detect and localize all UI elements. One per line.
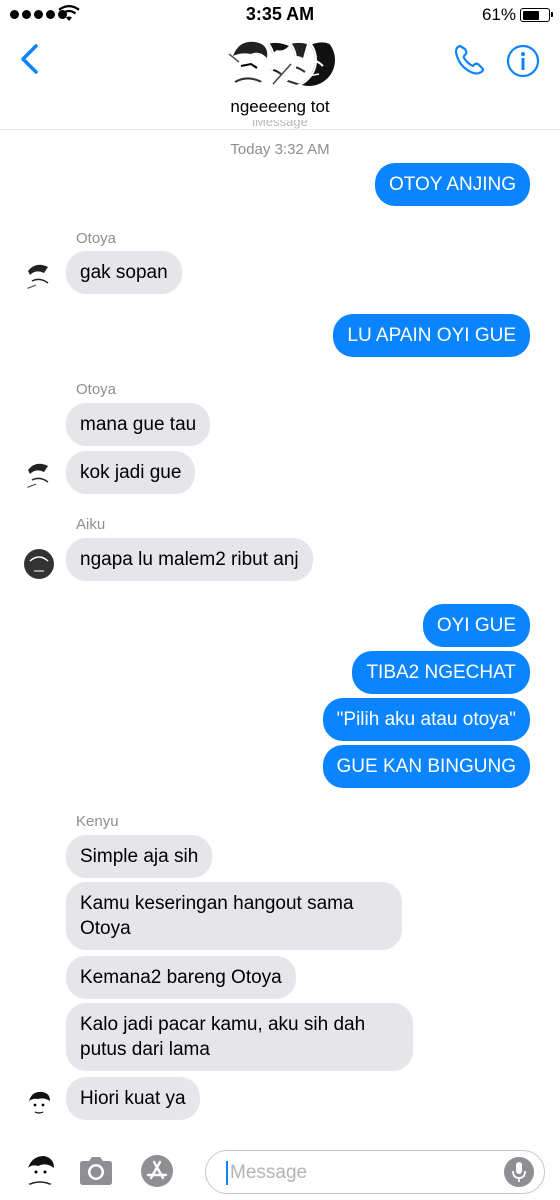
composer-bar: Message [0,1142,560,1200]
memoji-avatar-button[interactable] [22,1152,58,1188]
incoming-message-bubble[interactable]: kok jadi gue [66,451,196,494]
outgoing-message-bubble[interactable]: OTOY ANJING [374,163,530,206]
sender-avatar [22,547,56,581]
sender-name: Otoya [76,381,117,398]
battery-icon [520,8,553,22]
outgoing-message-bubble[interactable]: LU APAIN OYI GUE [333,314,530,357]
message-placeholder: Message [230,1162,308,1183]
sender-name: Otoya [76,230,117,247]
info-icon[interactable] [506,44,540,78]
member-avatar [219,32,275,88]
outgoing-message-bubble[interactable]: GUE KAN BINGUNG [322,745,530,788]
app-store-icon[interactable] [139,1153,175,1189]
message-input[interactable]: Message [205,1150,545,1194]
incoming-message-bubble[interactable]: Hiori kuat ya [66,1077,200,1120]
back-chevron-icon[interactable] [16,42,46,76]
incoming-message-bubble[interactable]: Kamu keseringan hangout sama Otoya [66,882,402,950]
incoming-message-bubble[interactable]: Simple aja sih [66,835,213,878]
text-cursor [226,1161,228,1185]
outgoing-message-bubble[interactable]: OYI GUE [422,604,530,647]
incoming-message-bubble[interactable]: Kalo jadi pacar kamu, aku sih dah putus … [66,1003,413,1071]
group-name[interactable]: ngeeeeng tot [0,97,560,117]
sender-avatar [22,259,56,293]
message-timestamp: Today 3:32 AM [230,141,330,158]
sender-avatar [22,1087,56,1121]
status-time: 3:35 AM [245,4,315,24]
sender-name: Kenyu [76,813,119,830]
outgoing-message-bubble[interactable]: "Pilih aku atau otoya" [322,698,530,741]
status-bar: 3:35 AM 61% [0,0,560,30]
service-label: iMessage [252,120,308,129]
sender-name: Aiku [76,516,106,533]
group-avatar[interactable] [219,32,337,88]
incoming-message-bubble[interactable]: mana gue tau [66,403,211,446]
incoming-message-bubble[interactable]: Kemana2 bareng Otoya [66,956,296,999]
outgoing-message-bubble[interactable]: TIBA2 NGECHAT [352,651,530,694]
microphone-icon[interactable] [504,1157,534,1187]
incoming-message-bubble[interactable]: ngapa lu malem2 ribut anj [66,538,313,581]
sender-avatar [22,458,56,492]
phone-icon[interactable] [452,43,486,77]
incoming-message-bubble[interactable]: gak sopan [66,251,182,294]
conversation-header: ngeeeeng tot [0,30,560,130]
camera-icon[interactable] [77,1154,115,1188]
battery-percentage: 61% [481,5,516,24]
